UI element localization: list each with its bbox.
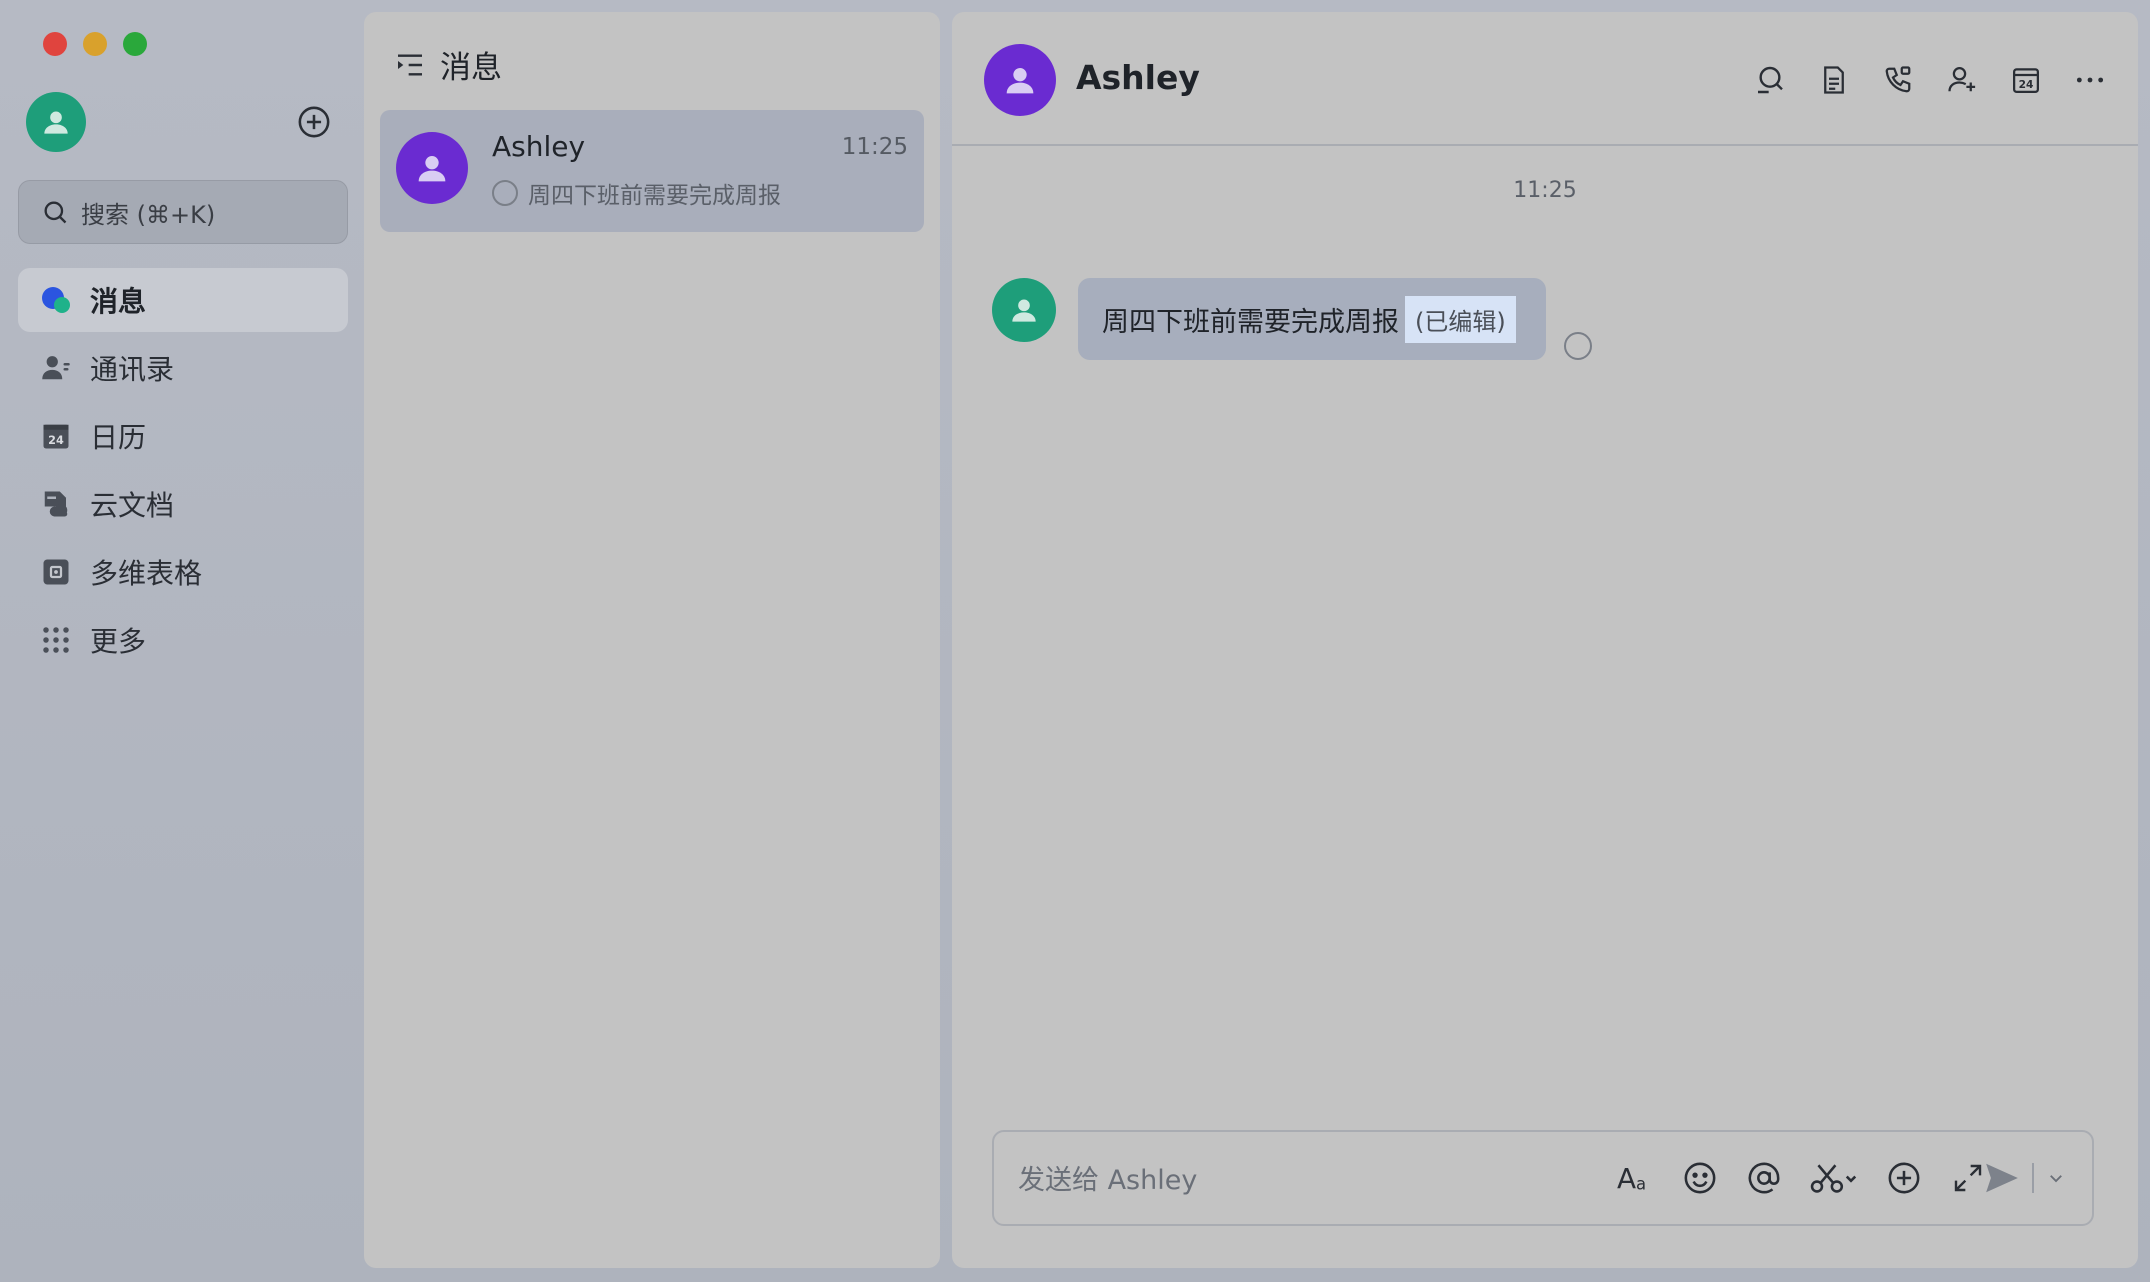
chat-item-ashley[interactable]: Ashley 11:25 周四下班前需要完成周报 — [380, 110, 924, 232]
sidebar-item-cloud-docs[interactable]: 云文档 — [18, 472, 348, 536]
more-options-button[interactable] — [2072, 62, 2108, 98]
svg-text:24: 24 — [2019, 78, 2034, 91]
attach-more-button[interactable] — [1884, 1158, 1924, 1198]
send-icon — [1986, 1163, 2018, 1193]
more-horizontal-icon — [2076, 77, 2104, 83]
sidebar-item-contacts[interactable]: 通讯录 — [18, 336, 348, 400]
send-group — [1982, 1158, 2068, 1198]
conversation-toolbar: 24 — [1752, 62, 2108, 98]
person-icon — [1006, 68, 1034, 94]
create-new-button[interactable] — [296, 104, 332, 140]
document-icon — [1824, 66, 1844, 94]
sidebar-item-label: 日历 — [90, 421, 147, 454]
add-member-button[interactable] — [1944, 62, 1980, 98]
plus-circle-icon — [1888, 1162, 1920, 1194]
chat-preview: 周四下班前需要完成周报 — [492, 176, 781, 210]
my-avatar[interactable] — [26, 92, 86, 152]
sidebar-item-label: 通讯录 — [90, 353, 175, 386]
message-text: 周四下班前需要完成周报 — [1102, 306, 1399, 338]
chat-time: 11:25 — [841, 134, 908, 160]
search-chat-button[interactable] — [1752, 62, 1788, 98]
sidebar-item-base[interactable]: 多维表格 — [18, 540, 348, 604]
chat-name: Ashley — [492, 130, 586, 163]
person-icon — [44, 111, 68, 134]
app-window: 搜索 (⌘+K) 消息 通讯录 24 日历 云文档 多维表格 更多 消息 Ash… — [0, 0, 2150, 1282]
chat-list-title: 消息 — [440, 50, 502, 86]
message-icon — [40, 284, 72, 316]
close-window-button[interactable] — [43, 32, 67, 56]
send-options-button[interactable] — [2044, 1158, 2068, 1198]
sidebar-nav: 消息 通讯录 24 日历 云文档 多维表格 更多 — [18, 268, 348, 676]
schedule-meeting-button[interactable]: 24 — [2008, 62, 2044, 98]
sidebar-item-label: 更多 — [90, 625, 147, 658]
sidebar-item-label: 多维表格 — [90, 557, 203, 590]
collapse-list-icon[interactable] — [394, 49, 426, 81]
search-box[interactable]: 搜索 (⌘+K) — [18, 180, 348, 244]
message-bubble[interactable]: 周四下班前需要完成周报 (已编辑) — [1078, 278, 1546, 360]
sidebar-item-messages[interactable]: 消息 — [18, 268, 348, 332]
conversation-title: Ashley — [1076, 58, 1200, 97]
cloud-docs-icon — [40, 488, 72, 520]
message-row: 周四下班前需要完成周报 (已编辑) — [992, 278, 1592, 360]
sidebar-item-calendar[interactable]: 24 日历 — [18, 404, 348, 468]
sidebar: 搜索 (⌘+K) 消息 通讯录 24 日历 云文档 多维表格 更多 — [0, 0, 364, 1282]
text-format-button[interactable]: A a — [1616, 1158, 1656, 1198]
search-icon — [44, 201, 67, 224]
window-controls — [43, 32, 147, 56]
maximize-window-button[interactable] — [123, 32, 147, 56]
text-format-icon: A a — [1617, 1162, 1646, 1195]
calendar-icon: 24 — [40, 420, 72, 452]
message-time-divider: 11:25 — [1513, 178, 1577, 203]
more-apps-icon — [40, 624, 72, 656]
at-sign-icon — [1748, 1162, 1780, 1194]
emoji-icon — [1684, 1162, 1716, 1194]
avatar[interactable] — [992, 278, 1056, 342]
search-icon — [1758, 66, 1783, 94]
avatar[interactable] — [984, 44, 1056, 116]
base-table-icon — [40, 556, 72, 588]
chat-preview-text: 周四下班前需要完成周报 — [528, 183, 781, 209]
message-composer: A a — [992, 1130, 2094, 1226]
emoji-button[interactable] — [1680, 1158, 1720, 1198]
screenshot-button[interactable] — [1808, 1158, 1860, 1198]
svg-text:24: 24 — [48, 434, 64, 447]
scissors-icon — [1810, 1164, 1857, 1193]
svg-text:A: A — [1617, 1162, 1636, 1195]
send-divider — [2032, 1163, 2034, 1193]
sidebar-item-label: 消息 — [90, 285, 147, 318]
chat-docs-button[interactable] — [1816, 62, 1852, 98]
plus-circle-icon — [298, 106, 330, 138]
unread-status-icon — [492, 180, 518, 206]
person-icon — [418, 156, 446, 182]
call-button[interactable] — [1880, 62, 1916, 98]
search-label: 搜索 (⌘+K) — [81, 200, 216, 229]
minimize-window-button[interactable] — [83, 32, 107, 56]
chevron-down-icon — [2050, 1175, 2062, 1183]
add-user-icon — [1948, 67, 1976, 92]
expand-icon — [1954, 1164, 1982, 1192]
chat-list-header: 消息 — [394, 42, 502, 87]
contacts-icon — [40, 352, 72, 384]
message-input[interactable] — [1018, 1162, 1538, 1198]
sidebar-item-label: 云文档 — [90, 489, 175, 522]
conversation-panel: Ashley 24 11:25 周四下班前需要完成周报 (已编辑) 发送给 As… — [952, 12, 2138, 1268]
conversation-header: Ashley 24 — [952, 12, 2138, 146]
phone-icon — [1885, 66, 1911, 93]
chat-list-panel: 消息 Ashley 11:25 周四下班前需要完成周报 — [364, 12, 940, 1268]
composer-toolbar: A a — [1616, 1158, 1988, 1198]
calendar-icon: 24 — [2013, 68, 2039, 93]
svg-text:a: a — [1636, 1174, 1646, 1193]
read-status-icon — [1563, 332, 1592, 360]
mention-button[interactable] — [1744, 1158, 1784, 1198]
edited-tag: (已编辑) — [1405, 295, 1516, 343]
send-button[interactable] — [1982, 1158, 2022, 1198]
avatar — [396, 132, 468, 204]
person-icon — [1012, 299, 1036, 322]
sidebar-item-more[interactable]: 更多 — [18, 608, 348, 672]
